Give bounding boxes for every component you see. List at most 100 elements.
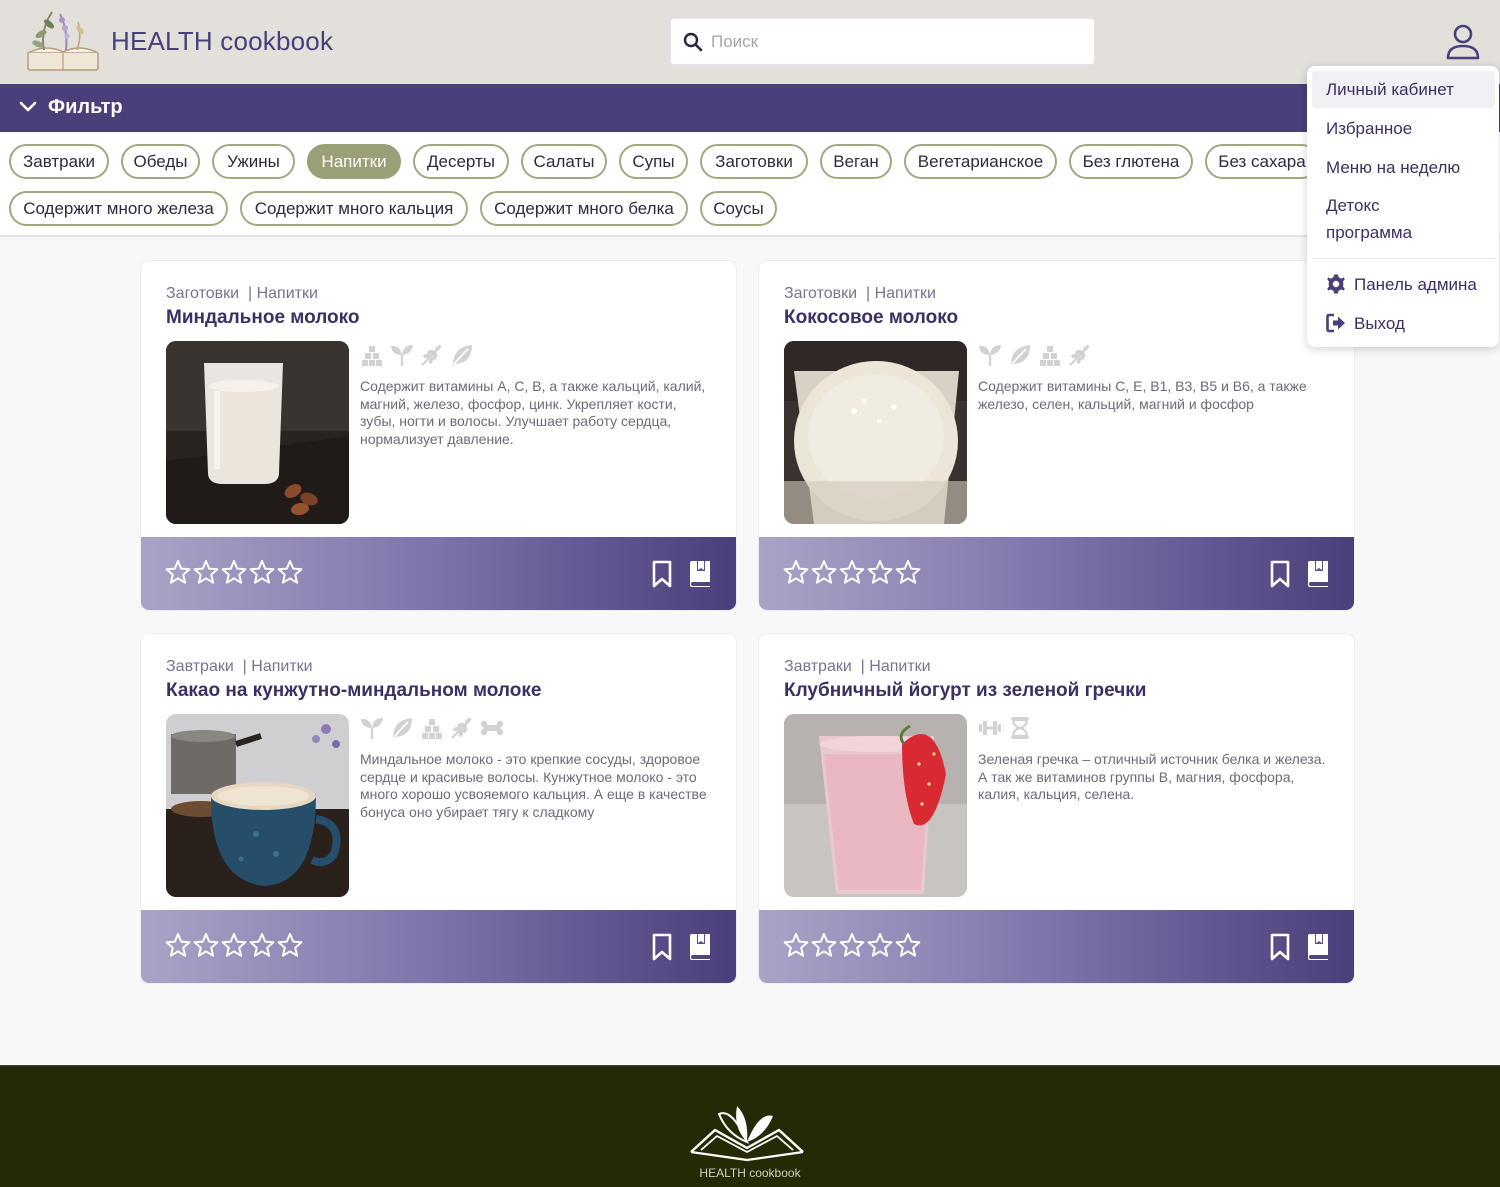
cubes-icon — [420, 716, 444, 740]
leaf-icon — [390, 716, 414, 740]
menu-item-detox[interactable]: Детокс программа — [1312, 192, 1462, 246]
logo-book-icon[interactable] — [687, 1104, 807, 1164]
sprout-icon — [360, 716, 384, 740]
category-label: Завтраки — [784, 658, 852, 675]
recipe-photo[interactable] — [784, 341, 967, 524]
star-icon[interactable] — [249, 932, 275, 958]
category-label: Напитки — [256, 285, 318, 302]
menu-item-weekly-menu[interactable]: Меню на неделю — [1312, 149, 1495, 186]
star-icon[interactable] — [867, 932, 893, 958]
menu-item-account[interactable]: Личный кабинет — [1312, 71, 1495, 108]
star-icon[interactable] — [221, 932, 247, 958]
star-icon[interactable] — [277, 559, 303, 585]
category-label: Заготовки — [784, 285, 858, 302]
recipe-card[interactable]: Завтраки | Напитки Клубничный йогурт из … — [759, 634, 1354, 983]
menu-item-logout[interactable]: Выход — [1312, 305, 1495, 342]
dumbbell-icon — [978, 716, 1002, 740]
category-label: Напитки — [251, 658, 313, 675]
chip-vegetarian[interactable]: Вегетарианское — [904, 144, 1057, 179]
book-icon[interactable] — [688, 933, 712, 961]
rating-stars[interactable] — [165, 559, 303, 585]
bookmark-icon[interactable] — [651, 933, 673, 961]
rating-stars[interactable] — [783, 559, 921, 585]
star-icon[interactable] — [895, 559, 921, 585]
recipe-title[interactable]: Клубничный йогурт из зеленой гречки — [784, 680, 1146, 702]
recipe-card[interactable]: Заготовки | Напитки Кокосовое молоко Сод… — [759, 261, 1354, 610]
chip-iron[interactable]: Содержит много железа — [9, 191, 228, 226]
star-icon[interactable] — [249, 559, 275, 585]
chip-lunch[interactable]: Обеды — [121, 144, 200, 179]
card-footer — [759, 910, 1354, 983]
rating-stars[interactable] — [165, 932, 303, 958]
wheat-icon — [450, 716, 474, 740]
card-footer — [141, 537, 736, 610]
star-icon[interactable] — [839, 559, 865, 585]
recipe-description: Миндальное молоко - это крепкие сосуды, … — [360, 751, 707, 820]
recipe-title[interactable]: Какао на кунжутно-миндальном молоке — [166, 680, 541, 702]
diet-tags — [978, 343, 1092, 369]
star-icon[interactable] — [811, 559, 837, 585]
star-icon[interactable] — [165, 559, 191, 585]
brand-title[interactable]: HEALTH cookbook — [111, 26, 333, 57]
recipe-categories: Завтраки | Напитки — [784, 658, 931, 676]
book-icon[interactable] — [1306, 560, 1330, 588]
star-icon[interactable] — [277, 932, 303, 958]
star-icon[interactable] — [867, 559, 893, 585]
recipe-photo[interactable] — [166, 341, 349, 524]
rating-stars[interactable] — [783, 932, 921, 958]
recipe-categories: Завтраки | Напитки — [166, 658, 313, 676]
category-separator: | — [247, 285, 253, 302]
bone-icon — [480, 716, 504, 740]
book-icon[interactable] — [1306, 933, 1330, 961]
search-input[interactable] — [711, 27, 1081, 57]
filter-toggle[interactable]: Фильтр — [0, 84, 1500, 132]
recipe-description: Зеленая гречка – отличный источник белка… — [978, 751, 1326, 802]
menu-item-admin[interactable]: Панель админа — [1312, 266, 1495, 303]
top-header: HEALTH cookbook — [0, 0, 1500, 84]
star-icon[interactable] — [221, 559, 247, 585]
chip-drinks[interactable]: Напитки — [307, 144, 401, 179]
chip-desserts[interactable]: Десерты — [413, 144, 509, 179]
menu-item-favorites[interactable]: Избранное — [1312, 110, 1495, 147]
user-icon[interactable] — [1444, 22, 1482, 62]
star-icon[interactable] — [165, 932, 191, 958]
bookmark-icon[interactable] — [651, 560, 673, 588]
hourglass-icon — [1008, 716, 1032, 740]
recipe-title[interactable]: Миндальное молоко — [166, 307, 360, 329]
book-icon[interactable] — [688, 560, 712, 588]
chip-salads[interactable]: Салаты — [521, 144, 607, 179]
chip-breakfast[interactable]: Завтраки — [9, 144, 109, 179]
card-footer — [759, 537, 1354, 610]
chip-calcium[interactable]: Содержит много кальция — [240, 191, 468, 226]
chip-sauces[interactable]: Соусы — [700, 191, 777, 226]
star-icon[interactable] — [783, 932, 809, 958]
star-icon[interactable] — [811, 932, 837, 958]
chip-gluten-free[interactable]: Без глютена — [1069, 144, 1193, 179]
chip-vegan[interactable]: Веган — [820, 144, 892, 179]
chip-protein[interactable]: Содержит много белка — [480, 191, 688, 226]
recipe-photo[interactable] — [166, 714, 349, 897]
category-separator: | — [242, 658, 247, 675]
recipe-card[interactable]: Завтраки | Напитки Какао на кунжутно-мин… — [141, 634, 736, 983]
wheat-icon — [420, 343, 444, 367]
chip-soups[interactable]: Супы — [619, 144, 688, 179]
logo-book-icon[interactable] — [22, 6, 104, 76]
star-icon[interactable] — [193, 559, 219, 585]
bookmark-icon[interactable] — [1269, 560, 1291, 588]
chip-dinner[interactable]: Ужины — [212, 144, 295, 179]
recipe-title[interactable]: Кокосовое молоко — [784, 307, 958, 329]
diet-tags — [360, 716, 504, 742]
cubes-icon — [360, 343, 384, 367]
filter-chips: Завтраки Обеды Ужины Напитки Десерты Сал… — [0, 132, 1500, 237]
star-icon[interactable] — [839, 932, 865, 958]
cubes-icon — [1038, 343, 1062, 367]
search-box[interactable] — [670, 18, 1095, 65]
star-icon[interactable] — [783, 559, 809, 585]
recipe-card[interactable]: Заготовки | Напитки Миндальное молоко Со… — [141, 261, 736, 610]
bookmark-icon[interactable] — [1269, 933, 1291, 961]
chip-sugar-free[interactable]: Без сахара — [1205, 144, 1319, 179]
star-icon[interactable] — [895, 932, 921, 958]
star-icon[interactable] — [193, 932, 219, 958]
recipe-photo[interactable] — [784, 714, 967, 897]
chip-preserves[interactable]: Заготовки — [700, 144, 808, 179]
